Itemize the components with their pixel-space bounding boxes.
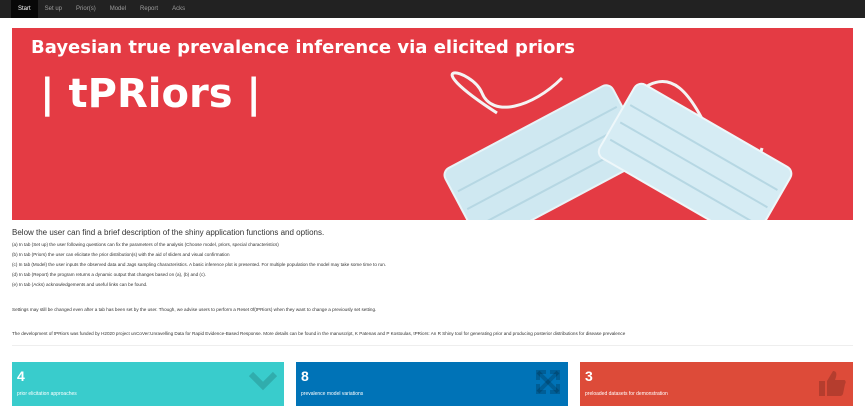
description-line-d: (d) In tab (Report) the program returns … bbox=[12, 272, 207, 277]
tab-acks[interactable]: Acks bbox=[165, 0, 192, 18]
thumbs-up-icon bbox=[819, 371, 846, 396]
description-line-a: (a) In tab (Set up) the user following q… bbox=[12, 242, 279, 247]
tab-setup[interactable]: Set up bbox=[38, 0, 69, 18]
value-box-datasets: 3 preloaded datasets for demonstration bbox=[580, 362, 853, 406]
description-line-c: (c) In tab (Model) the user inputs the o… bbox=[12, 262, 387, 267]
expand-arrows-icon bbox=[536, 370, 560, 394]
tab-report[interactable]: Report bbox=[133, 0, 165, 18]
tab-model[interactable]: Model bbox=[103, 0, 133, 18]
app-logo: | tPRiors | bbox=[40, 71, 262, 117]
top-navbar: Start Set up Prior(s) Model Report Acks bbox=[0, 0, 865, 18]
value-box-number: 4 bbox=[17, 368, 25, 384]
value-box-subtitle: prevalence model variations bbox=[301, 391, 364, 397]
value-box-number: 8 bbox=[301, 368, 309, 384]
funding-statement: The development of tPRiors was funded by… bbox=[12, 331, 626, 336]
tab-start[interactable]: Start bbox=[11, 0, 38, 18]
tab-priors[interactable]: Prior(s) bbox=[69, 0, 103, 18]
value-box-subtitle: prior elicitation approaches bbox=[17, 391, 77, 397]
value-box-subtitle: preloaded datasets for demonstration bbox=[585, 391, 668, 397]
chevron-down-icon bbox=[248, 371, 278, 391]
description-line-e: (e) In tab (Acks) acknowledgements and u… bbox=[12, 282, 148, 287]
hero-banner: Bayesian true prevalence inference via e… bbox=[12, 28, 853, 220]
value-box-models: 8 prevalence model variations bbox=[296, 362, 568, 406]
description-line-b: (b) In tab (Priors) the user can elicita… bbox=[12, 252, 230, 257]
settings-note: Settings may still be changed even after… bbox=[12, 307, 377, 312]
intro-section: Below the user can find a brief descript… bbox=[12, 228, 853, 290]
value-box-number: 3 bbox=[585, 368, 593, 384]
value-box-priors: 4 prior elicitation approaches bbox=[12, 362, 284, 406]
divider bbox=[12, 345, 853, 346]
face-mask-image bbox=[443, 71, 793, 220]
intro-heading: Below the user can find a brief descript… bbox=[12, 228, 325, 237]
